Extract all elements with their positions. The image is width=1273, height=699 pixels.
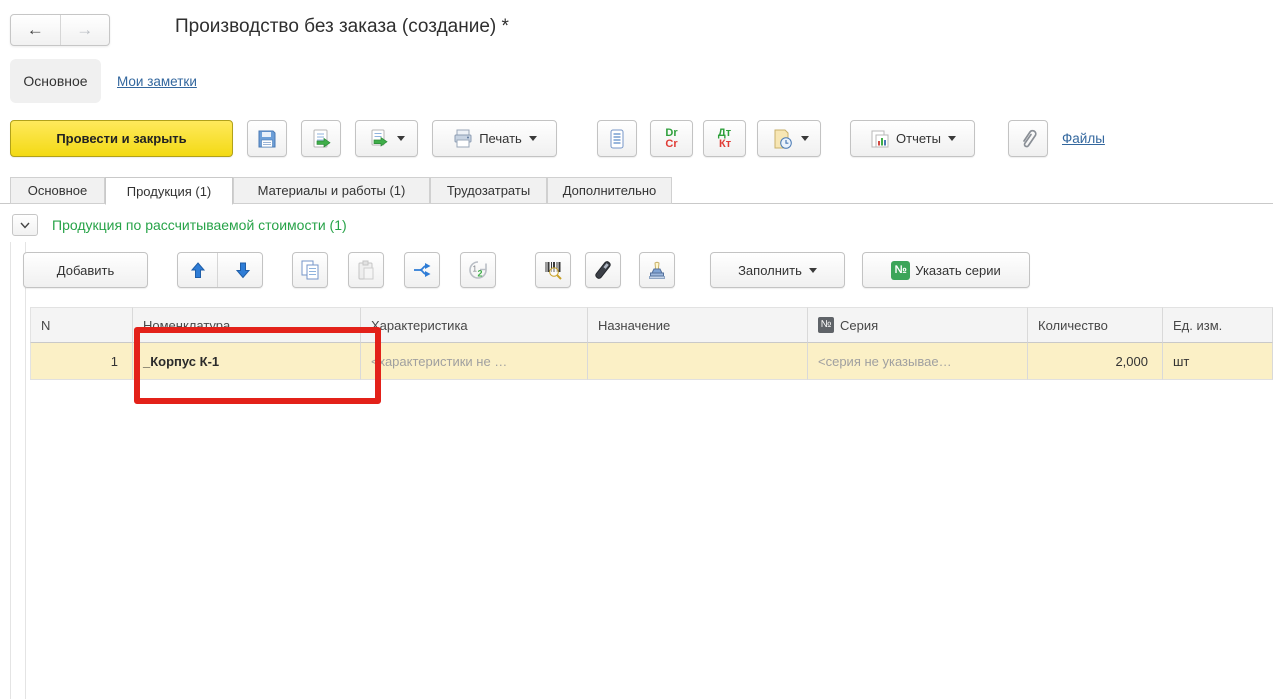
drcr-entries-button[interactable]: DrCr bbox=[650, 120, 693, 157]
scanner-device-icon bbox=[592, 259, 614, 281]
move-row-down-button[interactable] bbox=[223, 253, 262, 287]
paste-row-button[interactable] bbox=[348, 252, 384, 288]
table-row[interactable]: 1 _Корпус К-1 <характеристики не … <сери… bbox=[30, 343, 1273, 380]
section-title: Продукция по рассчитываемой стоимости (1… bbox=[52, 217, 347, 233]
dropdown-caret-icon bbox=[948, 136, 956, 141]
renumber-rows-button[interactable]: 12 bbox=[460, 252, 496, 288]
arrow-up-icon bbox=[190, 262, 206, 279]
cell-unit[interactable]: шт bbox=[1163, 343, 1273, 380]
document-movements-button[interactable] bbox=[757, 120, 821, 157]
reports-label: Отчеты bbox=[896, 131, 941, 146]
back-button[interactable]: ← bbox=[11, 15, 61, 45]
table-border-line bbox=[25, 242, 26, 699]
group-border-line bbox=[10, 242, 11, 699]
files-link[interactable]: Файлы bbox=[1062, 131, 1105, 146]
forward-button[interactable]: → bbox=[61, 15, 110, 45]
nav-tab-my-notes[interactable]: Мои заметки bbox=[117, 74, 197, 89]
scanner-button[interactable] bbox=[585, 252, 621, 288]
drcr-icon: DrCr bbox=[665, 128, 677, 150]
document-register-button[interactable] bbox=[597, 120, 637, 157]
products-table: N Номенклатура Характеристика Назначение… bbox=[30, 307, 1273, 380]
stamp-icon bbox=[646, 259, 668, 281]
stamp-button[interactable] bbox=[639, 252, 675, 288]
tab-materials[interactable]: Материалы и работы (1) bbox=[233, 177, 430, 204]
dtkt-entries-button[interactable]: ДтКт bbox=[703, 120, 746, 157]
print-label: Печать bbox=[479, 131, 522, 146]
cell-series[interactable]: <серия не указывае… bbox=[808, 343, 1028, 380]
create-based-on-button[interactable] bbox=[355, 120, 418, 157]
column-header-nomenclature[interactable]: Номенклатура bbox=[133, 307, 361, 343]
tab-products[interactable]: Продукция (1) bbox=[105, 177, 233, 205]
specify-series-label: Указать серии bbox=[915, 263, 1000, 278]
nav-tab-main[interactable]: Основное bbox=[10, 59, 101, 103]
svg-text:2: 2 bbox=[478, 269, 483, 279]
copy-icon bbox=[299, 259, 321, 281]
page-title: Производство без заказа (создание) * bbox=[175, 16, 509, 38]
create-based-on-icon bbox=[368, 128, 390, 150]
tab-main[interactable]: Основное bbox=[10, 177, 105, 204]
cell-purpose[interactable] bbox=[588, 343, 808, 380]
chevron-down-icon bbox=[20, 222, 30, 229]
barcode-magnifier-icon bbox=[542, 259, 564, 281]
report-chart-icon bbox=[869, 128, 891, 150]
move-row-group bbox=[177, 252, 263, 288]
dropdown-caret-icon bbox=[801, 136, 809, 141]
forward-arrow-icon: → bbox=[76, 20, 93, 40]
tab-additional[interactable]: Дополнительно bbox=[547, 177, 672, 204]
dropdown-caret-icon bbox=[397, 136, 405, 141]
barcode-search-button[interactable] bbox=[535, 252, 571, 288]
dropdown-caret-icon bbox=[529, 136, 537, 141]
fill-label: Заполнить bbox=[738, 263, 802, 278]
save-icon bbox=[256, 128, 278, 150]
column-header-n[interactable]: N bbox=[30, 307, 133, 343]
paperclip-icon bbox=[1018, 128, 1038, 150]
history-nav-group: ← → bbox=[10, 14, 110, 46]
specify-series-button[interactable]: № Указать серии bbox=[862, 252, 1030, 288]
post-document-icon bbox=[310, 128, 332, 150]
paste-icon bbox=[355, 259, 377, 281]
save-button[interactable] bbox=[247, 120, 287, 157]
branch-arrows-icon bbox=[411, 260, 433, 280]
print-button[interactable]: Печать bbox=[432, 120, 557, 157]
collapse-section-button[interactable] bbox=[12, 214, 38, 236]
dropdown-caret-icon bbox=[809, 268, 817, 273]
register-list-icon bbox=[607, 128, 627, 150]
post-and-close-button[interactable]: Провести и закрыть bbox=[10, 120, 233, 157]
table-header-row: N Номенклатура Характеристика Назначение… bbox=[30, 307, 1273, 343]
column-header-purpose[interactable]: Назначение bbox=[588, 307, 808, 343]
column-header-characteristic[interactable]: Характеристика bbox=[361, 307, 588, 343]
column-header-series[interactable]: № Серия bbox=[808, 307, 1028, 343]
series-badge-icon: № bbox=[818, 317, 834, 333]
cell-n[interactable]: 1 bbox=[30, 343, 133, 380]
post-document-button[interactable] bbox=[301, 120, 341, 157]
tab-labor[interactable]: Трудозатраты bbox=[430, 177, 547, 204]
add-row-button[interactable]: Добавить bbox=[23, 252, 148, 288]
reports-button[interactable]: Отчеты bbox=[850, 120, 975, 157]
column-header-quantity[interactable]: Количество bbox=[1028, 307, 1163, 343]
attachments-button[interactable] bbox=[1008, 120, 1048, 157]
document-tabbar: Основное Продукция (1) Материалы и работ… bbox=[0, 177, 1273, 204]
move-row-up-button[interactable] bbox=[178, 253, 218, 287]
back-arrow-icon: ← bbox=[27, 20, 44, 40]
series-number-icon: № bbox=[891, 261, 910, 280]
dtkt-icon: ДтКт bbox=[718, 128, 731, 150]
copy-row-button[interactable] bbox=[292, 252, 328, 288]
cell-nomenclature[interactable]: _Корпус К-1 bbox=[133, 343, 361, 380]
fill-button[interactable]: Заполнить bbox=[710, 252, 845, 288]
cell-characteristic[interactable]: <характеристики не … bbox=[361, 343, 588, 380]
cell-quantity[interactable]: 2,000 bbox=[1028, 343, 1163, 380]
renumber-icon: 12 bbox=[467, 259, 489, 281]
document-clock-icon bbox=[770, 128, 794, 150]
printer-icon bbox=[452, 129, 474, 149]
production-document-window: ← → Производство без заказа (создание) *… bbox=[0, 0, 1273, 699]
column-header-unit[interactable]: Ед. изм. bbox=[1163, 307, 1273, 343]
arrow-down-icon bbox=[235, 262, 251, 279]
split-row-button[interactable] bbox=[404, 252, 440, 288]
